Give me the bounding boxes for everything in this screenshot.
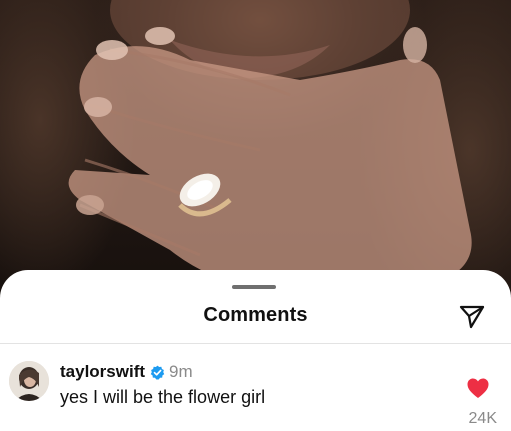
hand-with-ring-illustration	[68, 0, 472, 295]
comments-sheet: Comments taylorswift 9m yes I will be th…	[0, 270, 511, 431]
comment-text: yes I will be the flower girl	[60, 387, 266, 407]
comment-username[interactable]: taylorswift	[60, 362, 145, 382]
screen: Comments taylorswift 9m yes I will be th…	[0, 0, 511, 431]
like-count: 24K	[468, 410, 497, 427]
avatar[interactable]	[9, 361, 49, 401]
comment-header: taylorswift 9m	[60, 362, 193, 382]
sheet-drag-handle[interactable]	[232, 285, 276, 289]
heart-icon	[467, 378, 489, 398]
verified-badge-icon	[150, 365, 165, 379]
share-button[interactable]	[457, 301, 487, 331]
header-divider	[0, 343, 511, 344]
paper-plane-icon	[459, 305, 485, 329]
comment-timestamp: 9m	[169, 362, 193, 381]
like-button[interactable]	[466, 377, 490, 399]
profile-photo-icon	[9, 361, 49, 401]
comment-item: taylorswift 9m yes I will be the flower …	[0, 358, 511, 431]
sheet-title: Comments	[203, 304, 308, 326]
post-photo	[0, 0, 511, 300]
